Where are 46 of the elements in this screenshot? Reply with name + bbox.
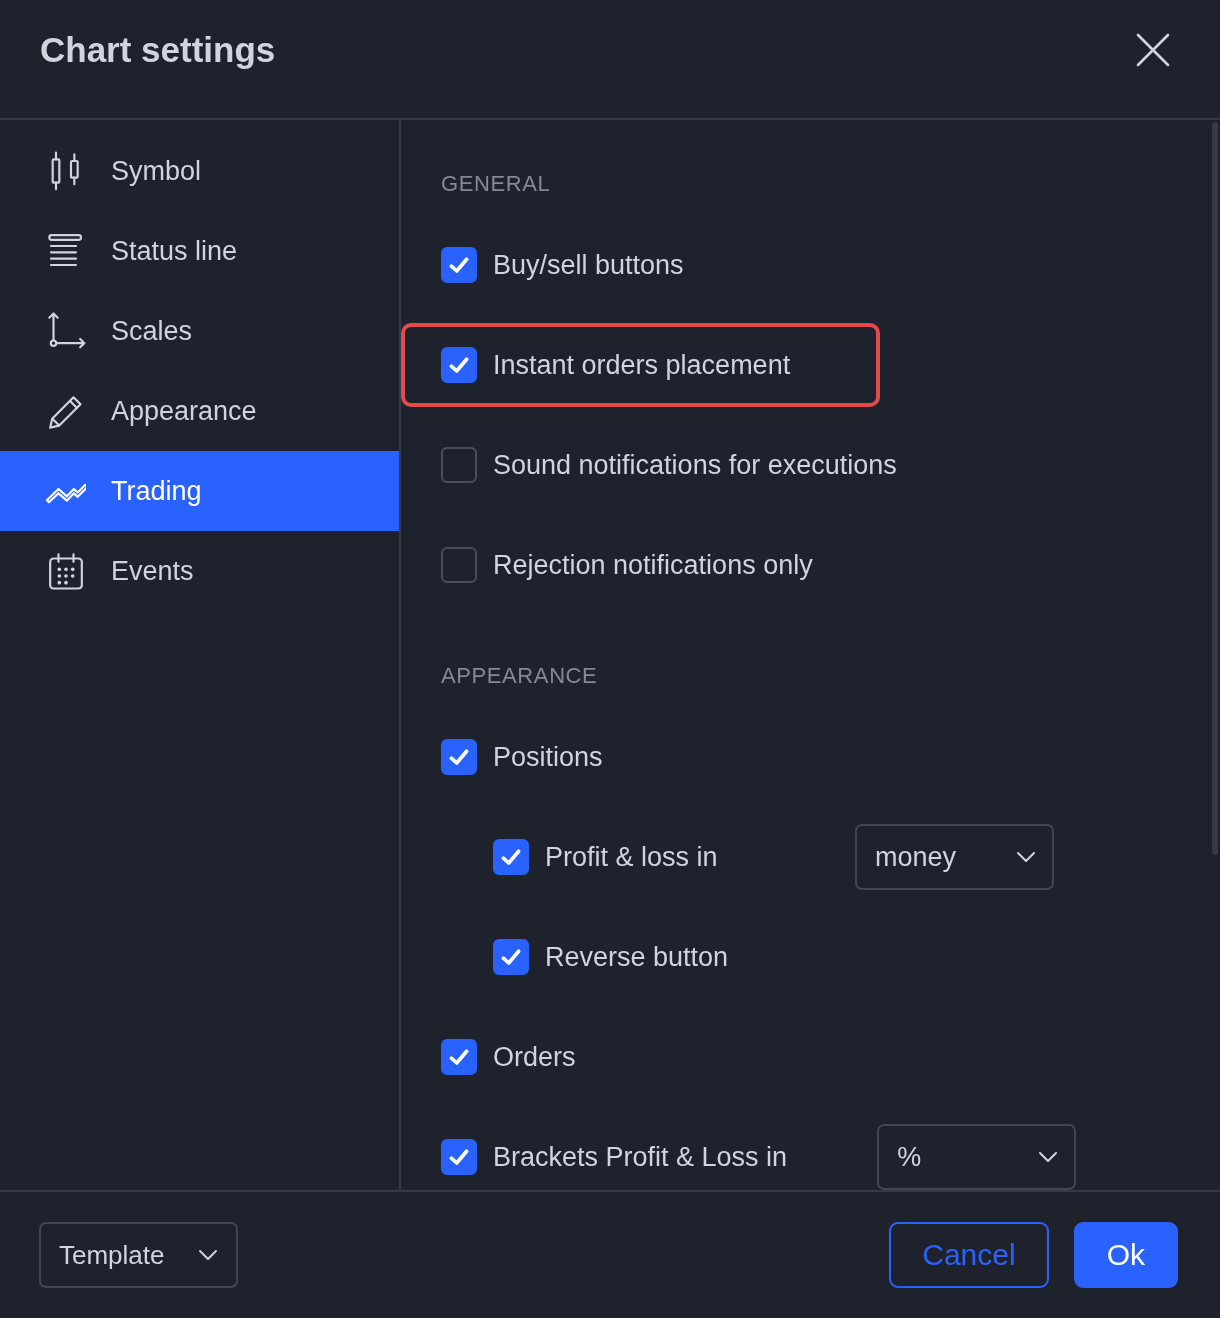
caret-icon [1016,851,1036,863]
checkbox[interactable] [441,1039,477,1075]
checkbox[interactable] [441,739,477,775]
checkbox-label: Orders [493,1041,576,1073]
checkbox[interactable] [441,1139,477,1175]
checkbox-label: Reverse button [545,941,729,973]
checkbox-label: Sound notifications for executions [493,449,897,481]
dialog-title: Chart settings [40,29,276,71]
calendar-icon [46,551,86,591]
check-icon [449,1149,469,1165]
checkbox[interactable] [441,447,477,483]
template-dropdown[interactable]: Template [39,1222,238,1288]
sidebar-item[interactable]: Symbol [0,131,399,211]
checkbox-label: Brackets Profit & Loss in [493,1141,788,1173]
sidebar-item[interactable]: Scales [0,291,399,371]
checkbox-label: Instant orders placement [493,349,791,381]
checkbox[interactable] [441,547,477,583]
checkbox-label: Positions [493,741,603,773]
caret-icon [198,1249,218,1261]
check-icon [449,749,469,765]
close-button[interactable] [1136,33,1170,67]
checkbox[interactable] [493,839,529,875]
check-icon [449,1049,469,1065]
dropdown[interactable]: money [855,824,1054,890]
dropdown[interactable]: % [877,1124,1077,1190]
sidebar-item[interactable]: Trading [0,451,399,531]
axes-icon [46,311,86,351]
check-icon [449,357,469,373]
sidebar-item[interactable]: Appearance [0,371,399,451]
checkbox-label: Profit & loss in [545,841,718,873]
check-icon [501,949,521,965]
checkbox[interactable] [441,247,477,283]
check-icon [449,257,469,273]
checkbox[interactable] [441,347,477,383]
section-title: GENERAL [441,170,551,198]
close-icon [1136,33,1170,67]
checkbox-label: Buy/sell buttons [493,249,684,281]
sidebar-item[interactable]: Status line [0,211,399,291]
checkbox[interactable] [493,939,529,975]
sidebar-item[interactable]: Events [0,531,399,611]
ok-button[interactable]: Ok [1073,1222,1178,1288]
checkbox-label: Rejection notifications only [493,549,813,581]
scrollbar-thumb[interactable] [1212,122,1218,855]
caret-icon [1038,1151,1059,1163]
section-title: APPEARANCE [441,662,598,690]
check-icon [501,849,521,865]
